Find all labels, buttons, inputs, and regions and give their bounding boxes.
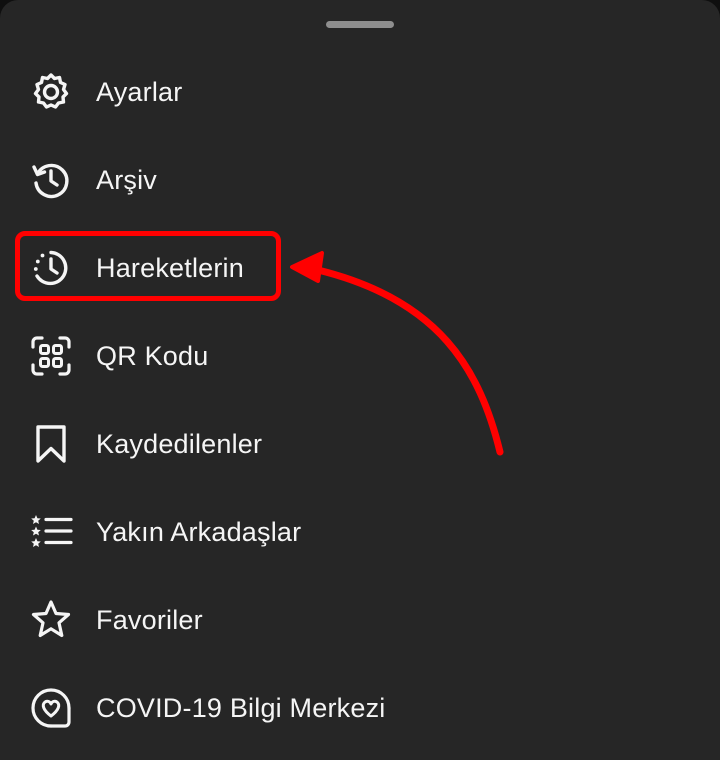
menu-item-saved[interactable]: Kaydedilenler	[0, 400, 720, 488]
menu-item-close-friends[interactable]: Yakın Arkadaşlar	[0, 488, 720, 576]
menu-item-label: Ayarlar	[96, 76, 183, 107]
menu-item-favorites[interactable]: Favoriler	[0, 576, 720, 664]
menu-item-label: COVID-19 Bilgi Merkezi	[96, 692, 386, 723]
qr-code-icon	[28, 333, 74, 379]
menu-item-label: Favoriler	[96, 604, 203, 635]
menu-item-label: QR Kodu	[96, 340, 209, 371]
drag-handle[interactable]	[326, 21, 394, 28]
bookmark-icon	[28, 421, 74, 467]
menu-item-archive[interactable]: Arşiv	[0, 136, 720, 224]
menu-item-covid-info-center[interactable]: COVID-19 Bilgi Merkezi	[0, 664, 720, 752]
archive-history-icon	[28, 157, 74, 203]
close-friends-list-icon	[28, 509, 74, 555]
menu-item-settings[interactable]: Ayarlar	[0, 48, 720, 136]
menu-item-label: Yakın Arkadaşlar	[96, 516, 302, 547]
star-icon	[28, 597, 74, 643]
menu-item-label: Arşiv	[96, 164, 157, 195]
covid-heart-icon	[28, 685, 74, 731]
menu-item-qr-code[interactable]: QR Kodu	[0, 312, 720, 400]
bottom-sheet-menu: Ayarlar Arşiv Hareketlerin QR Kodu Kayde…	[0, 0, 720, 760]
highlight-box	[15, 231, 281, 301]
settings-gear-icon	[28, 69, 74, 115]
menu-item-label: Kaydedilenler	[96, 428, 263, 459]
